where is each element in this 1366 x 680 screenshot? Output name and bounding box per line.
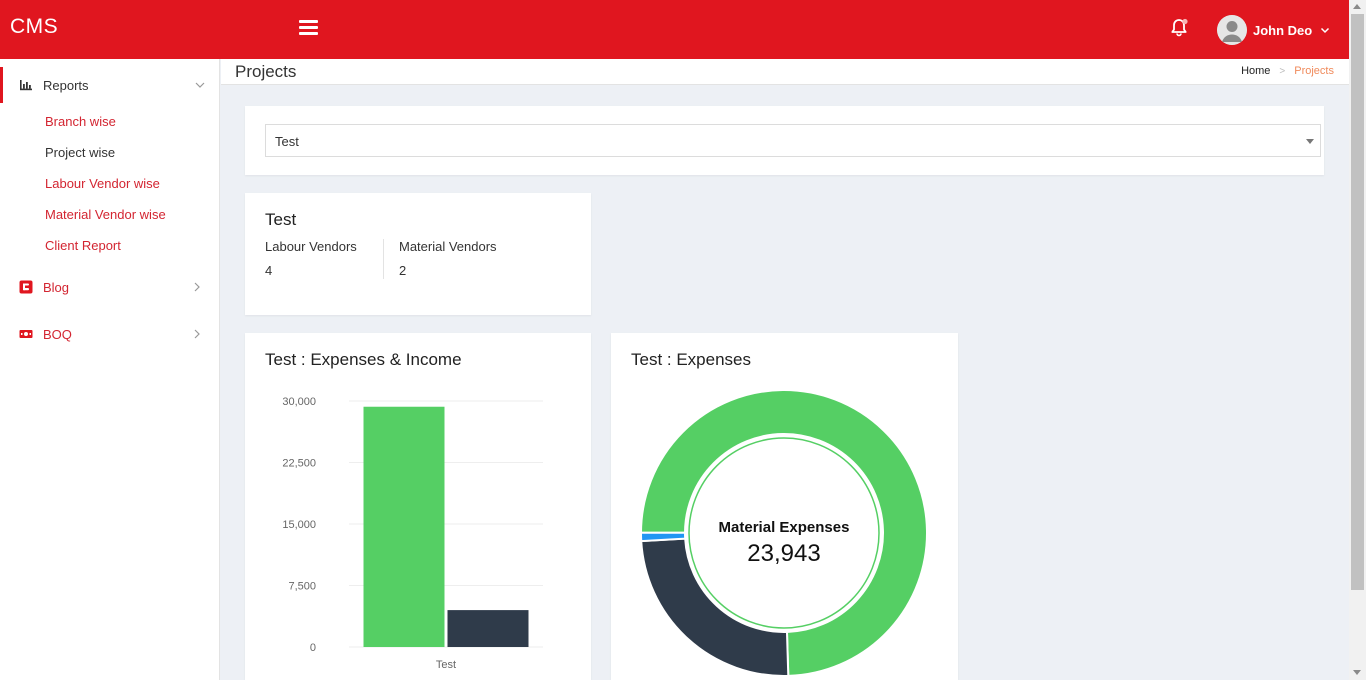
scroll-up-icon[interactable]	[1353, 4, 1361, 9]
sidebar-item-blog[interactable]: Blog	[0, 269, 220, 305]
donut-center-label: Material Expenses	[719, 519, 850, 536]
chevron-right-icon	[194, 329, 200, 339]
donut-chart: Material Expenses 23,943	[639, 389, 928, 677]
donut-slice	[640, 531, 687, 543]
y-tick-label: 15,000	[282, 519, 316, 531]
menu-toggle-icon[interactable]	[299, 20, 318, 36]
y-tick-label: 22,500	[282, 458, 316, 470]
labour-vendors-value: 4	[265, 263, 273, 278]
sidebar-subitem-client-report[interactable]: Client Report	[45, 238, 121, 253]
user-menu[interactable]: John Deo	[1217, 15, 1330, 45]
breadcrumb-separator: >	[1279, 65, 1286, 77]
labour-vendors-stat: Labour Vendors 4	[265, 239, 357, 278]
scroll-down-icon[interactable]	[1353, 670, 1361, 675]
sidebar-subitem-labour-vendor-wise[interactable]: Labour Vendor wise	[45, 176, 160, 191]
y-tick-label: 7,500	[288, 581, 316, 593]
project-select-card: Test	[245, 106, 1324, 175]
project-info-title: Test	[265, 210, 297, 229]
money-icon	[19, 330, 33, 338]
sidebar-item-label: Reports	[43, 77, 89, 93]
labour-vendors-label: Labour Vendors	[265, 239, 357, 254]
donut-chart-title: Test : Expenses	[631, 350, 752, 369]
bar-chart-icon	[20, 80, 32, 91]
chevron-down-icon	[195, 82, 205, 88]
bar	[363, 406, 445, 647]
stat-divider	[383, 239, 384, 279]
breadcrumb-current: Projects	[1294, 65, 1334, 77]
sidebar-item-label: Blog	[43, 279, 70, 295]
sidebar-subitem-material-vendor-wise[interactable]: Material Vendor wise	[45, 207, 166, 222]
scroll-thumb[interactable]	[1351, 14, 1364, 590]
sidebar-item-boq[interactable]: BOQ	[0, 316, 220, 352]
x-tick-label: Test	[436, 659, 456, 671]
sidebar-item-label: BOQ	[43, 326, 72, 342]
caret-down-icon	[1306, 139, 1314, 144]
page-scrollbar[interactable]	[1349, 0, 1366, 680]
top-header: CMS John Deo	[0, 0, 1349, 59]
page-title: Projects	[235, 62, 297, 81]
sidebar-subitem-project-wise[interactable]: Project wise	[45, 145, 115, 160]
material-vendors-label: Material Vendors	[399, 239, 497, 254]
breadcrumb: Home > Projects	[1241, 65, 1334, 77]
y-tick-label: 0	[310, 642, 316, 654]
breadcrumb-bar: Projects Home > Projects	[221, 59, 1349, 85]
chevron-down-icon	[1321, 27, 1330, 34]
y-tick-label: 30,000	[282, 396, 316, 408]
expenses-card: Test : Expenses Material Expenses 23,943	[611, 333, 958, 680]
blogger-icon	[19, 280, 33, 294]
sidebar-subitem-branch-wise[interactable]: Branch wise	[45, 114, 116, 129]
breadcrumb-home-link[interactable]: Home	[1241, 65, 1270, 77]
project-info-card: Test Labour Vendors 4 Material Vendors 2	[245, 193, 591, 315]
expenses-income-card: Test : Expenses & Income 0 7,500 15,000 22,…	[245, 333, 591, 680]
sidebar-item-reports[interactable]: Reports	[0, 67, 220, 103]
user-name: John Deo	[1253, 22, 1313, 38]
project-select-value: Test	[275, 134, 299, 149]
project-select[interactable]: Test	[265, 124, 1321, 157]
bar-chart-title: Test : Expenses & Income	[265, 350, 462, 369]
sidebar: Reports Branch wise Project wise Labour …	[0, 59, 220, 680]
donut-center-value: 23,943	[747, 540, 820, 567]
material-vendors-value: 2	[399, 263, 407, 278]
avatar	[1217, 15, 1247, 45]
bar	[447, 610, 529, 647]
chevron-right-icon	[194, 282, 200, 292]
material-vendors-stat: Material Vendors 2	[399, 239, 497, 278]
brand-logo[interactable]: CMS	[10, 15, 58, 39]
notification-bell-icon[interactable]	[1168, 17, 1190, 39]
bar-chart: 0 7,500 15,000 22,500 30,000 Test	[282, 396, 543, 671]
